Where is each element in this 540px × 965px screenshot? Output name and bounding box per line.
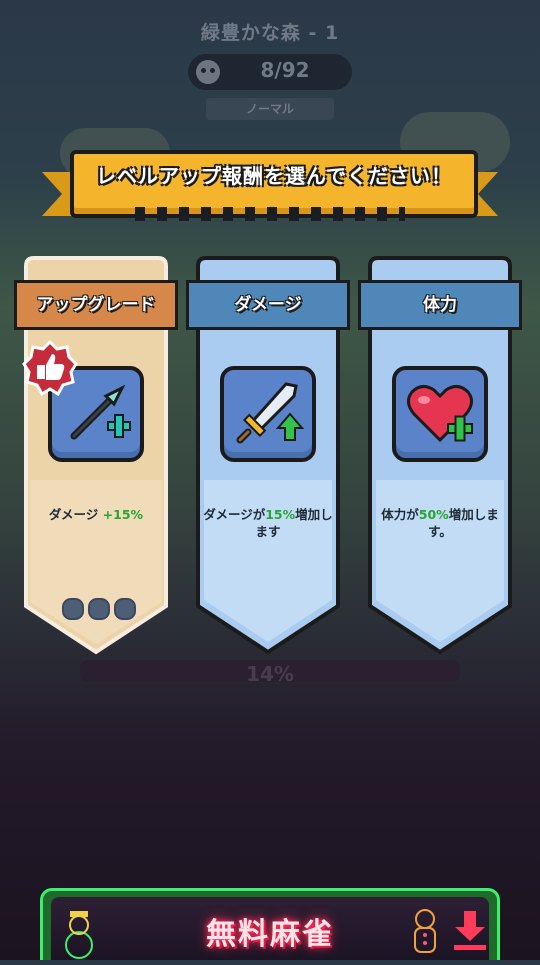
desc-highlight: +15% bbox=[102, 507, 144, 522]
fence-decoration bbox=[135, 207, 405, 221]
skull-icon bbox=[196, 60, 220, 84]
level-dot bbox=[62, 598, 84, 620]
level-dots bbox=[62, 598, 140, 624]
ad-banner-inner: 無料麻雀 bbox=[51, 897, 489, 960]
stage-title: 緑豊かな森 - 1 bbox=[200, 22, 340, 44]
level-dot bbox=[88, 598, 110, 620]
kill-progress-text: 8/92 bbox=[260, 58, 310, 82]
desc-text: 体力が bbox=[381, 507, 419, 522]
card-header: 体力 bbox=[358, 280, 522, 330]
card-description: 体力が50%増加します。 bbox=[374, 506, 506, 540]
thumbs-up-badge-icon bbox=[22, 339, 78, 397]
gingerbread-icon bbox=[407, 905, 443, 961]
reward-card-damage[interactable]: ダメージ ダメージが15%増加します bbox=[186, 256, 350, 655]
card-description: ダメージが15%増加します bbox=[202, 506, 334, 540]
difficulty-label: ノーマル bbox=[206, 98, 334, 120]
heart-plus-icon bbox=[392, 366, 488, 462]
level-dot bbox=[114, 598, 136, 620]
download-icon[interactable] bbox=[449, 907, 491, 955]
card-header: アップグレード bbox=[14, 280, 178, 330]
stage-progress-percent: 14% bbox=[246, 662, 294, 686]
sword-up-icon bbox=[220, 366, 316, 462]
desc-text: ダメージ bbox=[48, 507, 103, 522]
card-title: ダメージ bbox=[234, 295, 302, 315]
card-description: ダメージ +15% bbox=[30, 506, 162, 523]
ad-banner[interactable]: 無料麻雀 bbox=[40, 888, 500, 960]
reward-card-hp[interactable]: 体力 体力が50%増加します。 bbox=[358, 256, 522, 655]
card-header: ダメージ bbox=[186, 280, 350, 330]
card-title: アップグレード bbox=[36, 295, 156, 315]
reward-card-upgrade[interactable]: アップグレード ダメージ +15% bbox=[14, 256, 178, 655]
card-title: 体力 bbox=[423, 295, 457, 315]
desc-highlight: 15% bbox=[265, 507, 296, 522]
level-up-banner-title: レベルアップ報酬を選んでください！ bbox=[96, 164, 452, 188]
desc-highlight: 50% bbox=[418, 507, 449, 522]
desc-text: ダメージが bbox=[203, 507, 266, 522]
